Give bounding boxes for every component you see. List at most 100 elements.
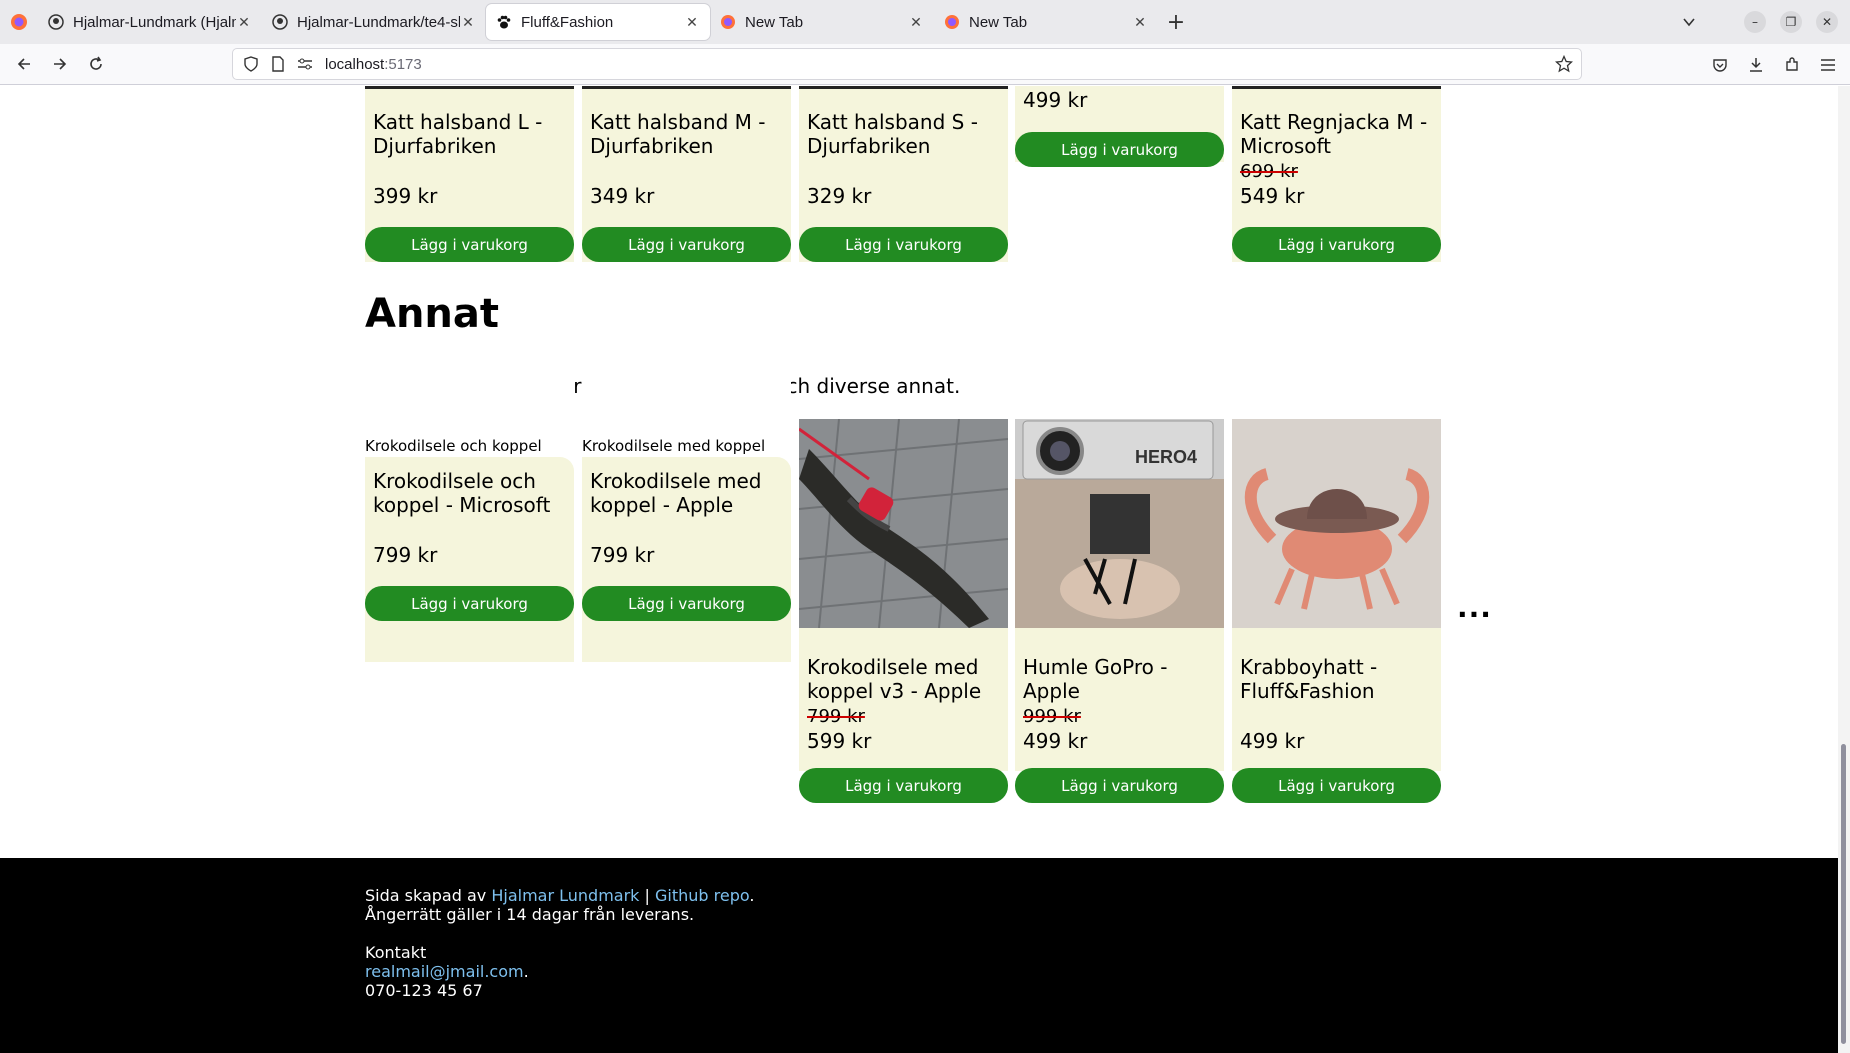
bookmark-star-icon[interactable]	[1555, 55, 1573, 73]
product-name-line: Fluff&Fashion	[1240, 679, 1375, 703]
product-card: Krabboyhatt - Fluff&Fashion 499 kr	[1232, 419, 1441, 771]
page-scrollbar[interactable]	[1838, 86, 1850, 1053]
add-to-cart-button[interactable]: Lägg i varukorg	[1015, 768, 1224, 803]
firefox-icon	[721, 15, 735, 29]
close-window-button[interactable]: ✕	[1816, 11, 1838, 33]
add-to-cart-button[interactable]: Lägg i varukorg	[365, 227, 574, 262]
extensions-icon[interactable]	[1774, 49, 1810, 81]
add-to-cart-button[interactable]: Lägg i varukorg	[582, 586, 791, 621]
product-card: Katt Regnjacka M - Microsoft 699 kr 549 …	[1232, 86, 1441, 262]
close-icon[interactable]: ✕	[460, 14, 476, 31]
product-name-line: Djurfabriken	[373, 134, 497, 158]
product-name-line: Katt halsband M -	[590, 110, 766, 134]
product-card: Katt halsband M - Djurfabriken 349 kr Lä…	[582, 86, 791, 262]
hamburger-menu-icon[interactable]	[1810, 49, 1846, 81]
author-link[interactable]: Hjalmar Lundmark	[491, 886, 639, 905]
add-to-cart-button[interactable]: Lägg i varukorg	[1232, 227, 1441, 262]
tab-github-repo[interactable]: Hjalmar-Lundmark/te4-sk ✕	[262, 4, 486, 40]
tab-github-profile[interactable]: Hjalmar-Lundmark (Hjalm ✕	[38, 4, 262, 40]
add-to-cart-button[interactable]: Lägg i varukorg	[1015, 132, 1224, 167]
pocket-icon[interactable]	[1702, 49, 1738, 81]
product-card: Krokodilsele och koppel Krokodilsele och…	[365, 351, 574, 707]
product-name: Katt halsband S - Djurfabriken	[807, 110, 978, 158]
product-name-line: Krokodilsele med	[590, 469, 762, 493]
site-permissions-icon[interactable]	[297, 57, 313, 71]
reload-icon[interactable]	[78, 48, 114, 80]
product-image	[799, 86, 1008, 89]
product-name: Krokodilsele och koppel - Microsoft	[373, 469, 550, 517]
product-name: Krabboyhatt - Fluff&Fashion	[1240, 655, 1377, 703]
new-tab-button[interactable]: +	[1158, 4, 1194, 40]
product-price: 799 kr	[590, 543, 655, 567]
product-name-line: Katt Regnjacka M -	[1240, 110, 1428, 134]
product-image: HERO4	[1015, 419, 1224, 628]
close-icon[interactable]: ✕	[1132, 14, 1148, 31]
product-card: 499 kr Lägg i varukorg	[1015, 86, 1224, 167]
url-bar[interactable]: localhost:5173	[232, 48, 1582, 80]
product-price: 329 kr	[807, 184, 872, 208]
contact-heading: Kontakt	[365, 943, 427, 962]
url-text[interactable]: localhost:5173	[325, 56, 422, 73]
tab-new-tab-2[interactable]: New Tab ✕	[934, 4, 1158, 40]
scrollbar-thumb[interactable]	[1841, 744, 1846, 1044]
product-name: Krokodilsele med koppel v3 - Apple	[807, 655, 981, 703]
firefox-icon	[945, 15, 959, 29]
product-price: 499 kr	[1023, 729, 1088, 753]
product-price: 799 kr	[373, 543, 438, 567]
tab-title: Hjalmar-Lundmark/te4-sk	[297, 13, 460, 31]
product-card: Katt halsband S - Djurfabriken 329 kr Lä…	[799, 86, 1008, 262]
tab-title: Fluff&Fashion	[521, 13, 614, 31]
add-to-cart-button[interactable]: Lägg i varukorg	[799, 768, 1008, 803]
tab-bar: Hjalmar-Lundmark (Hjalm ✕ Hjalmar-Lundma…	[0, 0, 1850, 44]
product-name-line: Katt halsband S -	[807, 110, 978, 134]
product-name-line: koppel v3 - Apple	[807, 679, 982, 703]
product-name-line: Katt halsband L -	[373, 110, 543, 134]
minimize-button[interactable]: –	[1744, 11, 1766, 33]
add-to-cart-button[interactable]: Lägg i varukorg	[799, 227, 1008, 262]
product-name: Katt halsband M - Djurfabriken	[590, 110, 765, 158]
product-price: 549 kr	[1240, 184, 1305, 208]
add-to-cart-button[interactable]: Lägg i varukorg	[1232, 768, 1441, 803]
window-controls: – ❐ ✕	[1671, 0, 1850, 44]
url-port: :5173	[384, 55, 422, 73]
tab-title: New Tab	[745, 13, 804, 31]
product-card: HERO4 Humle GoPro - Apple 999 kr 499 kr	[1015, 419, 1224, 771]
return-policy: Ångerrätt gäller i 14 dagar från leveran…	[365, 905, 695, 924]
product-card: Katt halsband L - Djurfabriken 399 kr Lä…	[365, 86, 574, 262]
show-more-link[interactable]: ...	[1457, 591, 1492, 624]
firefox-menu-icon[interactable]	[0, 0, 38, 44]
close-icon[interactable]: ✕	[684, 14, 700, 31]
footer: Sida skapad av Hjalmar Lundmark | Github…	[0, 858, 1838, 1053]
product-price: 499 kr	[1240, 729, 1305, 753]
shield-icon[interactable]	[243, 56, 259, 72]
close-icon[interactable]: ✕	[908, 14, 924, 31]
product-card: Krokodilsele med koppel Krokodilsele med…	[582, 351, 791, 707]
github-repo-link[interactable]: Github repo	[655, 886, 749, 905]
svg-text:HERO4: HERO4	[1135, 447, 1197, 467]
product-price: 399 kr	[373, 184, 438, 208]
restore-button[interactable]: ❐	[1780, 11, 1802, 33]
email-link[interactable]: realmail@jmail.com	[365, 962, 524, 981]
footer-email-line: realmail@jmail.com.	[365, 962, 754, 981]
page-icon[interactable]	[271, 56, 285, 72]
section-title: Annat	[365, 291, 500, 337]
footer-period: .	[523, 962, 529, 981]
product-name-line: Djurfabriken	[807, 134, 931, 158]
close-icon[interactable]: ✕	[236, 14, 252, 31]
downloads-icon[interactable]	[1738, 49, 1774, 81]
tab-list-chevron-down-icon[interactable]	[1671, 6, 1707, 38]
product-old-price: 699 kr	[1240, 161, 1298, 182]
product-name-line: Djurfabriken	[590, 134, 714, 158]
product-price: 349 kr	[590, 184, 655, 208]
forward-arrow-icon[interactable]	[42, 48, 78, 80]
url-host: localhost	[325, 55, 385, 73]
footer-credits: Sida skapad av Hjalmar Lundmark | Github…	[365, 886, 754, 905]
add-to-cart-button[interactable]: Lägg i varukorg	[582, 227, 791, 262]
product-name: Katt halsband L - Djurfabriken	[373, 110, 542, 158]
product-name: Humle GoPro - Apple	[1023, 655, 1167, 703]
tab-fluff-fashion[interactable]: Fluff&Fashion ✕	[486, 4, 710, 40]
back-arrow-icon[interactable]	[6, 48, 42, 80]
tab-new-tab-1[interactable]: New Tab ✕	[710, 4, 934, 40]
add-to-cart-button[interactable]: Lägg i varukorg	[365, 586, 574, 621]
product-name-line: koppel - Microsoft	[373, 493, 551, 517]
